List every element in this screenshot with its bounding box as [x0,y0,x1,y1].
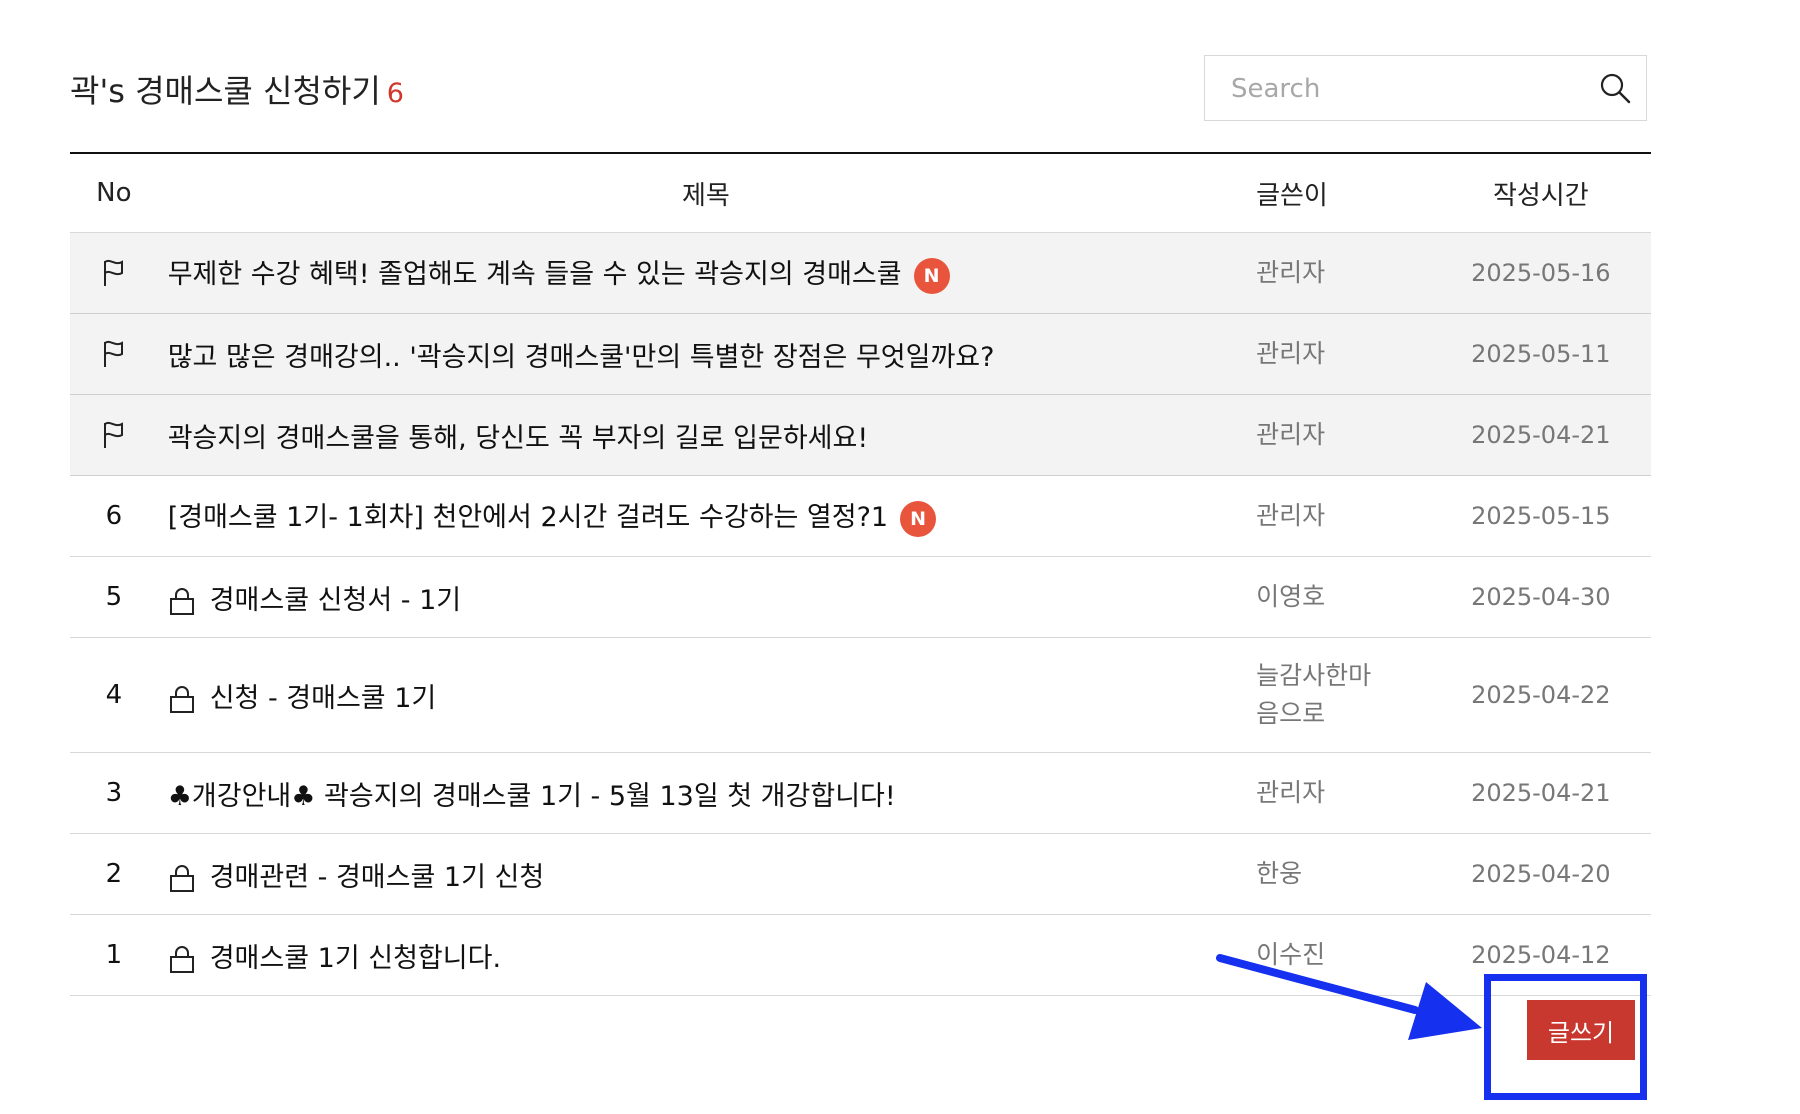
post-number: 3 [70,752,158,834]
table-row[interactable]: 4 신청 - 경매스쿨 1기 늘감사한마 음으로 2025-04-22 [70,637,1651,753]
date-cell: 2025-05-15 [1430,475,1651,557]
date-cell: 2025-05-11 [1430,313,1651,395]
author-name-line2: 음으로 [1256,699,1326,728]
page-title: 곽's 경매스쿨 신청하기 6 [70,66,404,112]
post-title-link[interactable]: [경매스쿨 1기- 1회차] 천안에서 2시간 걸려도 수강하는 열정?1 [168,502,888,533]
flag-icon [103,341,123,368]
lock-icon [169,686,194,713]
column-date: 작성시간 [1430,153,1651,233]
author-name-line1: 늘감사한마 [1256,661,1372,690]
table-header-row: No 제목 글쓴이 작성시간 [70,153,1651,233]
new-badge: N [913,257,950,294]
post-number: 5 [70,556,158,638]
post-number: 6 [70,475,158,557]
author-cell: 늘감사한마 음으로 [1254,637,1431,753]
post-title-link[interactable]: 경매스쿨 1기 신청합니다. [210,943,501,974]
author-cell: 관리자 [1254,394,1431,476]
flag-icon [103,260,123,287]
subject-cell: 신청 - 경매스쿨 1기 [157,637,1255,753]
notice-row[interactable]: 무제한 수강 혜택! 졸업해도 계속 들을 수 있는 곽승지의 경매스쿨 N 관리… [70,232,1651,314]
post-number: 1 [70,914,158,996]
table-row[interactable]: 3 ♣개강안내♣ 곽승지의 경매스쿨 1기 - 5월 13일 첫 개강합니다! … [70,752,1651,834]
subject-cell: 경매관련 - 경매스쿨 1기 신청 [157,833,1255,915]
subject-cell: 무제한 수강 혜택! 졸업해도 계속 들을 수 있는 곽승지의 경매스쿨 N [157,232,1255,314]
subject-cell: [경매스쿨 1기- 1회차] 천안에서 2시간 걸려도 수강하는 열정?1 N [157,475,1255,557]
subject-cell: 많고 많은 경매강의.. '곽승지의 경매스쿨'만의 특별한 장점은 무엇일까요… [157,313,1255,395]
author-cell: 관리자 [1254,752,1431,834]
post-table: No 제목 글쓴이 작성시간 무제한 수강 혜택! 졸업해도 계속 들을 수 있… [70,152,1651,996]
table-row[interactable]: 5 경매스쿨 신청서 - 1기 이영호 2025-04-30 [70,556,1651,638]
notice-cell [70,232,158,314]
date-cell: 2025-04-20 [1430,833,1651,915]
flag-icon [103,422,123,449]
date-cell: 2025-05-16 [1430,232,1651,314]
author-cell: 한웅 [1254,833,1431,915]
post-title-link[interactable]: 무제한 수강 혜택! 졸업해도 계속 들을 수 있는 곽승지의 경매스쿨 [168,259,902,290]
new-badge: N [900,500,937,537]
author-cell: 관리자 [1254,313,1431,395]
search-box [1204,55,1647,122]
date-cell: 2025-04-21 [1430,752,1651,834]
search-input[interactable] [1229,56,1593,122]
board-title: 곽's 경매스쿨 신청하기 [70,72,381,110]
date-cell: 2025-04-30 [1430,556,1651,638]
post-title-link[interactable]: 신청 - 경매스쿨 1기 [210,683,437,714]
lock-icon [169,588,194,615]
post-number: 2 [70,833,158,915]
post-count: 6 [386,78,404,109]
post-title-link[interactable]: 곽승지의 경매스쿨을 통해, 당신도 꼭 부자의 길로 입문하세요! [168,423,868,454]
author-cell: 이영호 [1254,556,1431,638]
subject-cell: 경매스쿨 신청서 - 1기 [157,556,1255,638]
write-post-button[interactable]: 글쓰기 [1527,1000,1635,1060]
date-cell: 2025-04-21 [1430,394,1651,476]
notice-cell [70,394,158,476]
post-title-link[interactable]: 경매스쿨 신청서 - 1기 [210,585,461,616]
notice-cell [70,313,158,395]
table-row[interactable]: 2 경매관련 - 경매스쿨 1기 신청 한웅 2025-04-20 [70,833,1651,915]
subject-cell: 곽승지의 경매스쿨을 통해, 당신도 꼭 부자의 길로 입문하세요! [157,394,1255,476]
column-subject: 제목 [157,153,1255,233]
table-row[interactable]: 6 [경매스쿨 1기- 1회차] 천안에서 2시간 걸려도 수강하는 열정?1 N… [70,475,1651,557]
annotation-arrow [1216,954,1482,1040]
lock-icon [169,946,194,973]
author-cell: 관리자 [1254,475,1431,557]
lock-icon [169,865,194,892]
column-author: 글쓴이 [1254,153,1431,233]
post-title-link[interactable]: 많고 많은 경매강의.. '곽승지의 경매스쿨'만의 특별한 장점은 무엇일까요… [168,342,995,373]
notice-row[interactable]: 많고 많은 경매강의.. '곽승지의 경매스쿨'만의 특별한 장점은 무엇일까요… [70,313,1651,395]
author-cell: 관리자 [1254,232,1431,314]
notice-row[interactable]: 곽승지의 경매스쿨을 통해, 당신도 꼭 부자의 길로 입문하세요! 관리자 2… [70,394,1651,476]
post-title-link[interactable]: ♣개강안내♣ 곽승지의 경매스쿨 1기 - 5월 13일 첫 개강합니다! [168,781,896,812]
date-cell: 2025-04-22 [1430,637,1651,753]
search-icon[interactable] [1598,71,1632,105]
post-title-link[interactable]: 경매관련 - 경매스쿨 1기 신청 [210,862,545,893]
column-no: No [70,153,158,233]
subject-cell: ♣개강안내♣ 곽승지의 경매스쿨 1기 - 5월 13일 첫 개강합니다! [157,752,1255,834]
post-number: 4 [70,637,158,753]
subject-cell: 경매스쿨 1기 신청합니다. [157,914,1255,996]
